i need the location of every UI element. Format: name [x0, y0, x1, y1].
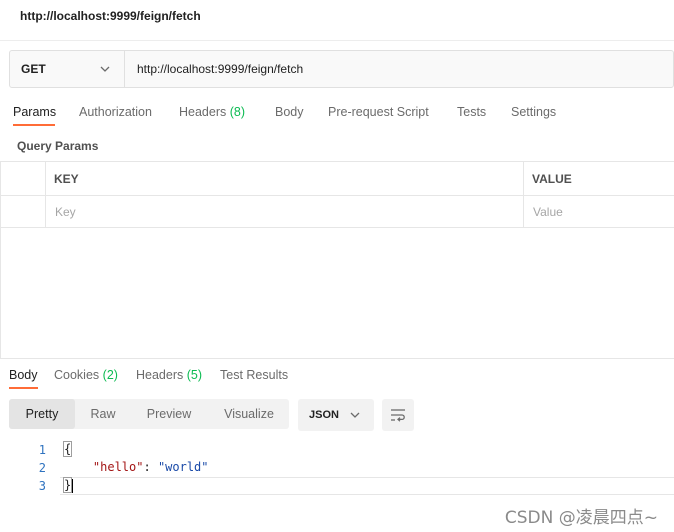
- window-title: http://localhost:9999/feign/fetch: [20, 9, 201, 23]
- json-value: "world": [157, 460, 209, 474]
- response-tab-test-results[interactable]: Test Results: [220, 368, 288, 382]
- pane-border: [0, 161, 1, 358]
- column-header-value: VALUE: [532, 172, 572, 186]
- chevron-down-icon: [100, 66, 110, 72]
- tab-params[interactable]: Params: [13, 105, 56, 119]
- response-tab-cookies[interactable]: Cookies (2): [54, 368, 118, 382]
- tab-label: Settings: [511, 105, 557, 119]
- open-brace: {: [62, 441, 73, 457]
- tab-label: Params: [13, 105, 57, 119]
- code-line: "hello": "world": [64, 460, 209, 474]
- response-tab-body[interactable]: Body: [9, 368, 38, 382]
- value-input[interactable]: Value: [533, 205, 563, 219]
- json-colon: :: [143, 460, 158, 474]
- response-body-editor[interactable]: 1 2 3 { "hello": "world" }: [0, 440, 674, 500]
- column-header-key: KEY: [54, 172, 79, 186]
- code-line: }: [62, 477, 74, 493]
- format-label: JSON: [309, 409, 339, 421]
- line-number: 3: [38, 479, 46, 493]
- tab-label: Cookies: [54, 368, 100, 382]
- view-mode-preview[interactable]: Preview: [135, 399, 203, 429]
- active-response-tab-indicator: [9, 387, 38, 389]
- method-label: GET: [21, 62, 46, 76]
- tab-tests[interactable]: Tests: [457, 105, 486, 119]
- response-tabs: Body Cookies (2) Headers (5) Test Result…: [0, 358, 674, 390]
- tab-pre-request-script[interactable]: Pre-request Script: [328, 105, 429, 119]
- tab-label: Test Results: [220, 368, 289, 382]
- line-number: 2: [38, 461, 46, 475]
- tab-settings[interactable]: Settings: [511, 105, 556, 119]
- response-tab-headers[interactable]: Headers (5): [136, 368, 202, 382]
- tab-headers[interactable]: Headers (8): [179, 105, 245, 119]
- tab-label: Headers: [136, 368, 184, 382]
- query-params-label: Query Params: [17, 139, 99, 153]
- window-title-bar: http://localhost:9999/feign/fetch: [0, 0, 674, 41]
- params-table: KEY VALUE Key Value: [0, 161, 674, 228]
- url-value: http://localhost:9999/feign/fetch: [137, 62, 304, 76]
- active-tab-indicator: [13, 124, 55, 126]
- line-number: 1: [38, 443, 46, 457]
- chevron-down-icon: [350, 412, 360, 418]
- wrap-lines-icon: [391, 409, 405, 422]
- watermark: CSDN @凌晨四点~: [504, 508, 658, 528]
- row-divider: [0, 195, 674, 196]
- tab-label: Tests: [457, 105, 487, 119]
- key-input[interactable]: Key: [55, 205, 76, 219]
- close-brace: }: [62, 477, 73, 493]
- format-select[interactable]: JSON: [298, 399, 374, 431]
- view-mode-selector: Pretty Raw Preview Visualize: [9, 399, 289, 429]
- request-bar: GET http://localhost:9999/feign/fetch: [9, 50, 674, 88]
- response-headers-count-badge: (5): [186, 368, 203, 382]
- wrap-lines-button[interactable]: [382, 399, 414, 431]
- text-cursor: [72, 478, 74, 493]
- tab-label: Headers: [179, 105, 227, 119]
- view-mode-visualize[interactable]: Visualize: [211, 399, 287, 429]
- view-mode-pretty[interactable]: Pretty: [9, 399, 75, 429]
- active-line-highlight: [60, 477, 674, 495]
- method-select[interactable]: GET: [10, 51, 125, 87]
- view-mode-raw[interactable]: Raw: [79, 399, 127, 429]
- tab-authorization[interactable]: Authorization: [79, 105, 152, 119]
- headers-count-badge: (8): [229, 105, 246, 119]
- request-tabs: Params Authorization Headers (8) Body Pr…: [0, 98, 674, 128]
- tab-label: Body: [9, 368, 38, 382]
- tab-label: Body: [275, 105, 304, 119]
- tab-label: Pre-request Script: [328, 105, 429, 119]
- code-line: {: [62, 441, 73, 457]
- cookies-count-badge: (2): [102, 368, 118, 382]
- url-input[interactable]: http://localhost:9999/feign/fetch: [125, 51, 673, 87]
- json-key: "hello": [92, 460, 144, 474]
- tab-body[interactable]: Body: [275, 105, 304, 119]
- tab-label: Authorization: [79, 105, 152, 119]
